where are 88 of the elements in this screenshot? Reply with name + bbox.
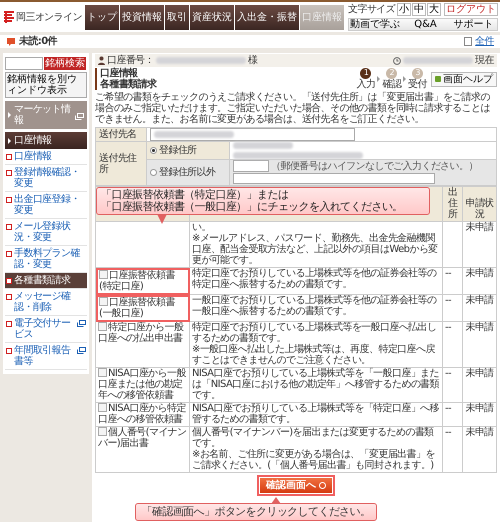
logo-mark-icon bbox=[3, 10, 15, 24]
status-text: 未申請 bbox=[465, 427, 494, 438]
step-number: 2 bbox=[386, 68, 398, 79]
status-text: 未申請 bbox=[465, 322, 494, 333]
description-text: NISA口座でお預りしている上場株式等を「一般口座」または「NISA口座における他の勘定年」へ移管するための書類です。 bbox=[192, 368, 440, 401]
clock-icon bbox=[393, 56, 402, 64]
description-text: ※お名前、ご住所に変更がある場合は、「変更届出書」をご請求ください。(「個人番号届出書」も同封されます。) bbox=[192, 449, 436, 471]
postal-code-field[interactable] bbox=[233, 160, 269, 172]
search-field[interactable] bbox=[5, 57, 43, 70]
nav-tab[interactable]: 取引 bbox=[164, 4, 189, 30]
sidebar-item[interactable]: 各種書類請求 bbox=[5, 273, 87, 289]
page-title: 各種書類請求 bbox=[100, 79, 158, 90]
sidebar-item[interactable]: 電子交付サービス bbox=[5, 316, 87, 343]
sidebar-item[interactable]: 口座情報 bbox=[5, 149, 87, 165]
table-cell: -- bbox=[445, 403, 452, 414]
step-label: 受付 bbox=[408, 79, 427, 90]
callout-text: 「口座振替依頼書（一般口座）」にチェックを入れてください。 bbox=[101, 201, 404, 214]
sidebar-item[interactable]: 年間取引報告書等 bbox=[5, 343, 87, 370]
postal-code-hint: （郵便番号はハイフンなしでご入力ください。） bbox=[271, 160, 478, 172]
nav-tab[interactable]: トップ bbox=[84, 4, 119, 30]
description-text: い。 bbox=[192, 222, 212, 233]
column-header: 出住所 bbox=[442, 186, 462, 222]
callout-text: 「確認画面へ」ボタンをクリックしてください。 bbox=[142, 505, 370, 518]
logo[interactable]: 岡三オンライン bbox=[3, 10, 82, 24]
form-label: 送付先住所 bbox=[96, 142, 146, 186]
new-window-icon bbox=[77, 347, 86, 354]
unread-count: 未読:0件 bbox=[19, 36, 57, 47]
logout-button[interactable]: ログアウト bbox=[444, 3, 498, 16]
nav-tab[interactable]: 資産状況 bbox=[190, 4, 234, 30]
open-window-button[interactable]: 銘柄情報を別ウィンドウ表示 bbox=[5, 72, 87, 98]
description-text: 特定口座でお預りしている上場株式等を他の証券会社等の特定口座へ振替するための書類です。 bbox=[192, 268, 438, 290]
table-cell: -- bbox=[445, 295, 452, 306]
font-size-button[interactable]: 小 bbox=[397, 3, 411, 16]
message-icon bbox=[6, 36, 16, 46]
description-text: ※一般口座へ払出した上場株式等は、再度、特定口座へ戻すことはできませんのでご注意ください。 bbox=[192, 344, 436, 366]
account-label: 口座番号： bbox=[107, 55, 154, 66]
font-size-label: 文字サイズ bbox=[348, 4, 395, 15]
description-text: NISA口座でお預りしている上場株式等を「特定口座」へ移管するための書類です。 bbox=[192, 403, 440, 425]
name-field[interactable] bbox=[150, 128, 355, 141]
new-window-icon bbox=[77, 320, 86, 327]
description-text: 個人番号(マイナンバー)を届出または変更するための書類です。 bbox=[192, 427, 435, 449]
form-label: 送付先名 bbox=[96, 128, 146, 142]
step-label: 確認 bbox=[382, 79, 402, 90]
logo-text: 岡三オンライン bbox=[16, 12, 82, 22]
confirm-button[interactable]: 確認画面へ bbox=[260, 478, 332, 493]
nav-tab[interactable]: 入出金・振替 bbox=[234, 4, 299, 30]
status-text: 未申請 bbox=[465, 295, 494, 306]
intro-text: ご希望の書類をチェックのうえご請求ください。「送付先住所」は「変更届出書」をご請求の場合のみご指定いただけます。ご指定いただいた場合、その他の書類を同時に請求することはできません。また、お名前に変更がある場合は、送付先名をご訂正ください。 bbox=[95, 92, 491, 125]
step-label: 入力 bbox=[356, 79, 376, 90]
column-header: 申請状況 bbox=[462, 186, 496, 222]
as-of-label: 現在 bbox=[475, 55, 494, 66]
step-arrow-icon bbox=[377, 76, 380, 82]
document-icon bbox=[464, 37, 472, 46]
step-number: 3 bbox=[412, 68, 424, 79]
description-text: ※メールアドレス、パスワード、勤務先、出金先金融機関口座、配当金受取方法など、上記以外の項目はWebから変更が可能です。 bbox=[192, 233, 439, 266]
status-text: 未申請 bbox=[465, 368, 494, 379]
status-text: 未申請 bbox=[465, 403, 494, 414]
blurred-text bbox=[403, 57, 474, 64]
sidebar-item[interactable]: 登録情報確認・変更 bbox=[5, 165, 87, 192]
person-icon bbox=[98, 56, 105, 65]
font-size-button[interactable]: 中 bbox=[412, 3, 426, 16]
step-arrow-icon bbox=[403, 76, 406, 82]
callout-text: 「口座振替依頼書（特定口座）」または bbox=[101, 189, 290, 201]
new-window-icon bbox=[75, 112, 84, 120]
address-field[interactable] bbox=[233, 173, 435, 184]
table-cell: -- bbox=[445, 427, 452, 438]
sidebar-item[interactable]: メール登録状況・変更 bbox=[5, 219, 87, 246]
account-suffix: 様 bbox=[248, 55, 258, 66]
step-number: 1 bbox=[360, 68, 372, 79]
all-link[interactable]: 全件 bbox=[475, 36, 494, 47]
search-button[interactable]: 銘柄検索 bbox=[44, 57, 86, 70]
description-text: 特定口座でお預りしている上場株式等を一般口座へ払出しするための書類です。 bbox=[192, 322, 438, 344]
section-title: 口座情報 bbox=[100, 68, 138, 79]
description-text: 一般口座でお預りしている上場株式等を他の証券会社等の一般口座へ振替するための書類です。 bbox=[192, 295, 438, 317]
header-link[interactable]: サポート bbox=[450, 19, 498, 30]
status-text: 未申請 bbox=[465, 222, 494, 233]
table-cell: -- bbox=[445, 268, 452, 279]
header-link[interactable]: Q&A bbox=[402, 19, 449, 30]
status-text: 未申請 bbox=[465, 268, 494, 279]
help-button[interactable]: 画面ヘルプ bbox=[431, 72, 497, 86]
nav-tab[interactable]: 投資情報 bbox=[120, 4, 164, 30]
header-link[interactable]: 動画で学ぶ bbox=[348, 19, 401, 30]
sidebar-item[interactable]: 出金口座登録・変更 bbox=[5, 192, 87, 219]
table-cell: -- bbox=[445, 368, 452, 379]
sidebar-item[interactable]: メッセージ確認・削除 bbox=[5, 289, 87, 316]
sidebar-section[interactable]: 口座情報 bbox=[5, 132, 87, 149]
font-size-button[interactable]: 大 bbox=[427, 3, 441, 16]
table-cell: -- bbox=[445, 322, 452, 333]
